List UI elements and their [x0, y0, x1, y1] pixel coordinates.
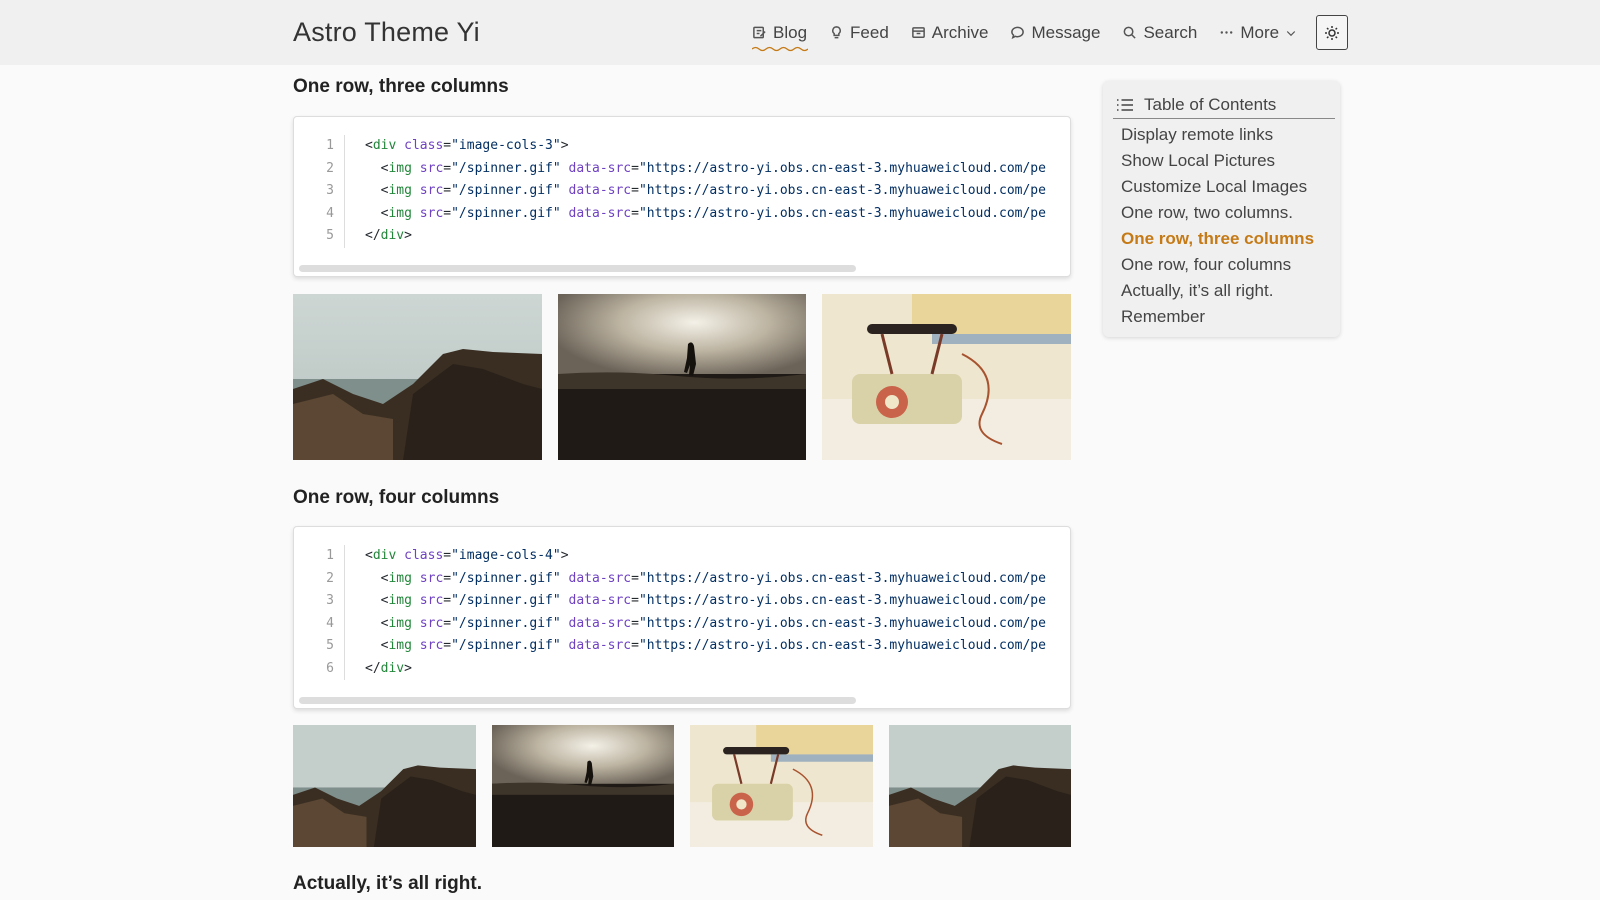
- nav-label: Message: [1031, 22, 1101, 42]
- toc-header: Table of Contents: [1113, 91, 1335, 119]
- horizontal-scrollbar[interactable]: [299, 697, 856, 704]
- archive-icon: [911, 27, 925, 38]
- vintage-telephone-photo: [822, 294, 1071, 460]
- code-text: <img src="/spinner.gif" data-src="https:…: [380, 160, 1046, 176]
- code-line: 2 <img src="/spinner.gif" data-src="http…: [294, 158, 1070, 181]
- code-line: 1 <div class="image-cols-3">: [294, 135, 1070, 158]
- code-lines: 1 <div class="image-cols-4"> 2 <img src="/…: [294, 545, 1070, 680]
- image-vintage-telephone[interactable]: [690, 725, 873, 847]
- toc-list: Display remote links Show Local Pictures C…: [1121, 122, 1314, 330]
- code-lines: 1 <div class="image-cols-3"> 2 <img src="/…: [294, 135, 1070, 248]
- active-underline: [752, 46, 808, 51]
- toc-title: Table of Contents: [1144, 94, 1277, 114]
- line-number: 6: [326, 660, 334, 676]
- nav-archive[interactable]: Archive: [911, 22, 989, 43]
- code-text: </div>: [365, 228, 412, 243]
- beach-silhouette-photo: [492, 725, 674, 847]
- code-line: 4 <img src="/spinner.gif" data-src="http…: [294, 203, 1070, 226]
- image-coast-cliff[interactable]: [293, 294, 542, 460]
- line-number: 1: [326, 548, 334, 563]
- code-text: <img src="/spinner.gif" data-src="https:…: [380, 638, 1046, 653]
- line-number: 4: [326, 615, 334, 631]
- code-line: 5 </div>: [294, 225, 1070, 248]
- heading-three-columns: One row, three columns: [293, 76, 509, 97]
- line-number: 3: [326, 183, 334, 198]
- image-vintage-telephone[interactable]: [822, 294, 1071, 460]
- toc-item[interactable]: One row, four columns: [1121, 252, 1314, 278]
- toc-item[interactable]: One row, three columns: [1121, 226, 1314, 252]
- nav-search[interactable]: Search: [1122, 23, 1197, 43]
- bulb-icon: [832, 26, 841, 39]
- list-icon: [1117, 98, 1133, 111]
- toc-item[interactable]: Display remote links: [1121, 122, 1314, 148]
- message-icon: [1011, 26, 1025, 40]
- image-beach-silhouette[interactable]: [492, 725, 674, 847]
- line-number: 5: [326, 228, 334, 243]
- image-coast-cliff[interactable]: [293, 725, 476, 847]
- theme-toggle-button[interactable]: [1316, 15, 1348, 50]
- site-header: Astro Theme Yi Blog Feed Archive Message…: [0, 0, 1600, 65]
- code-text: <img src="/spinner.gif" data-src="https:…: [380, 205, 1046, 221]
- nav-more[interactable]: More: [1219, 23, 1297, 43]
- code-block-four-columns[interactable]: 1 <div class="image-cols-4"> 2 <img src="/…: [293, 526, 1071, 709]
- nav-feed[interactable]: Feed: [829, 23, 889, 43]
- line-number: 3: [326, 593, 334, 608]
- code-text: </div>: [365, 660, 412, 676]
- table-of-contents: Table of Contents Display remote links Sh…: [1103, 81, 1340, 337]
- code-line: 5 <img src="/spinner.gif" data-src="http…: [294, 635, 1070, 658]
- line-number: 1: [326, 138, 334, 153]
- sun-icon: [1325, 25, 1339, 40]
- code-line: 3 <img src="/spinner.gif" data-src="http…: [294, 590, 1070, 613]
- code-block-three-columns[interactable]: 1 <div class="image-cols-3"> 2 <img src="/…: [293, 116, 1071, 277]
- vintage-telephone-photo: [690, 725, 873, 847]
- code-line: 2 <img src="/spinner.gif" data-src="http…: [294, 568, 1070, 591]
- coast-cliff-photo: [293, 294, 542, 460]
- code-line: 4 <img src="/spinner.gif" data-src="http…: [294, 613, 1070, 636]
- nav-label: Blog: [773, 22, 808, 42]
- main-nav: Blog Feed Archive Message Search More: [752, 0, 1319, 65]
- search-icon: [1124, 26, 1137, 39]
- nav-blog[interactable]: Blog: [752, 22, 808, 51]
- nav-message[interactable]: Message: [1010, 23, 1100, 43]
- heading-all-right: Actually, it’s all right.: [293, 873, 482, 894]
- beach-silhouette-photo: [558, 294, 806, 460]
- nav-label: Search: [1143, 22, 1198, 42]
- coast-cliff-photo: [293, 725, 476, 847]
- code-text: <div class="image-cols-4">: [365, 548, 569, 563]
- code-text: <img src="/spinner.gif" data-src="https:…: [380, 183, 1046, 198]
- code-text: <img src="/spinner.gif" data-src="https:…: [380, 615, 1046, 631]
- code-text: <div class="image-cols-3">: [365, 138, 569, 153]
- horizontal-scrollbar[interactable]: [299, 265, 856, 272]
- edit-icon: [753, 26, 766, 39]
- nav-label: Feed: [850, 22, 889, 42]
- toc-item[interactable]: One row, two columns.: [1121, 200, 1314, 226]
- toc-item[interactable]: Customize Local Images: [1121, 174, 1314, 200]
- code-line: 6 </div>: [294, 658, 1070, 681]
- line-number: 4: [326, 205, 334, 221]
- toc-item[interactable]: Show Local Pictures: [1121, 148, 1314, 174]
- line-number: 2: [326, 570, 334, 586]
- site-title[interactable]: Astro Theme Yi: [293, 17, 480, 48]
- nav-label: Archive: [931, 22, 989, 42]
- nav-label: More: [1240, 22, 1280, 42]
- code-line: 3 <img src="/spinner.gif" data-src="http…: [294, 180, 1070, 203]
- line-number: 5: [326, 638, 334, 653]
- image-coast-cliff[interactable]: [889, 725, 1071, 847]
- toc-item[interactable]: Actually, it’s all right.: [1121, 278, 1314, 304]
- coast-cliff-photo: [889, 725, 1071, 847]
- chevron-down-icon: [1286, 30, 1296, 36]
- code-text: <img src="/spinner.gif" data-src="https:…: [380, 570, 1046, 586]
- toc-item[interactable]: Remember: [1121, 304, 1314, 330]
- line-number: 2: [326, 160, 334, 176]
- code-line: 1 <div class="image-cols-4">: [294, 545, 1070, 568]
- heading-four-columns: One row, four columns: [293, 487, 500, 508]
- more-icon: [1220, 31, 1233, 34]
- code-text: <img src="/spinner.gif" data-src="https:…: [380, 593, 1046, 608]
- image-beach-silhouette[interactable]: [558, 294, 806, 460]
